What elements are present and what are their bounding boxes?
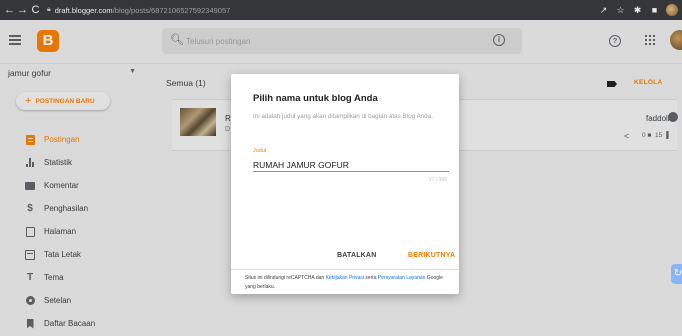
url-path: /blog/posts/6872106527592349057 [112,5,231,15]
floating-action-icon[interactable]: ↻ [671,264,682,284]
browser-actions: ↗ ☆ ✱ ■ [598,0,678,20]
forward-icon[interactable]: → [16,0,29,20]
lock-icon: 🔒︎ [47,6,51,13]
url-host: draft.blogger.com [54,5,113,15]
reload-icon[interactable]: C [29,0,42,20]
dialog-body: Pilih nama untuk blog Anda Ini adalah ju… [231,74,459,270]
privacy-policy-link[interactable]: Kebijakan Privasi [326,275,364,281]
profile-avatar[interactable] [666,4,678,16]
tab-search-icon[interactable]: ■ [649,5,660,15]
title-field-label: Judul [253,148,267,154]
cancel-button[interactable]: BATALKAN [337,252,376,259]
dialog-description: Ini adalah judul yang akan ditampilkan d… [253,113,433,120]
recaptcha-notice: Situs ini dilindungi reCAPTCHA dan Kebij… [245,274,455,291]
character-counter: 17 / 100 [429,177,448,183]
browser-toolbar: ← → C 🔒︎ draft.blogger.com/blog/posts/68… [0,0,682,20]
next-button[interactable]: BERIKUTNYA [408,252,455,259]
share-page-icon[interactable]: ↗ [598,5,609,16]
blog-name-dialog: Pilih nama untuk blog Anda Ini adalah ju… [231,74,459,294]
blog-title-input[interactable] [253,158,449,172]
back-icon[interactable]: ← [3,0,16,20]
dialog-title: Pilih nama untuk blog Anda [253,93,378,104]
recaptcha-text-prefix: Situs ini dilindungi reCAPTCHA dan [245,275,326,281]
recaptcha-text-middle: serta [363,275,378,281]
extensions-icon[interactable]: ✱ [632,5,643,16]
address-bar[interactable]: 🔒︎ draft.blogger.com/blog/posts/68721065… [47,3,230,18]
terms-of-service-link[interactable]: Persyaratan Layanan [378,275,426,281]
bookmark-star-icon[interactable]: ☆ [615,5,626,16]
